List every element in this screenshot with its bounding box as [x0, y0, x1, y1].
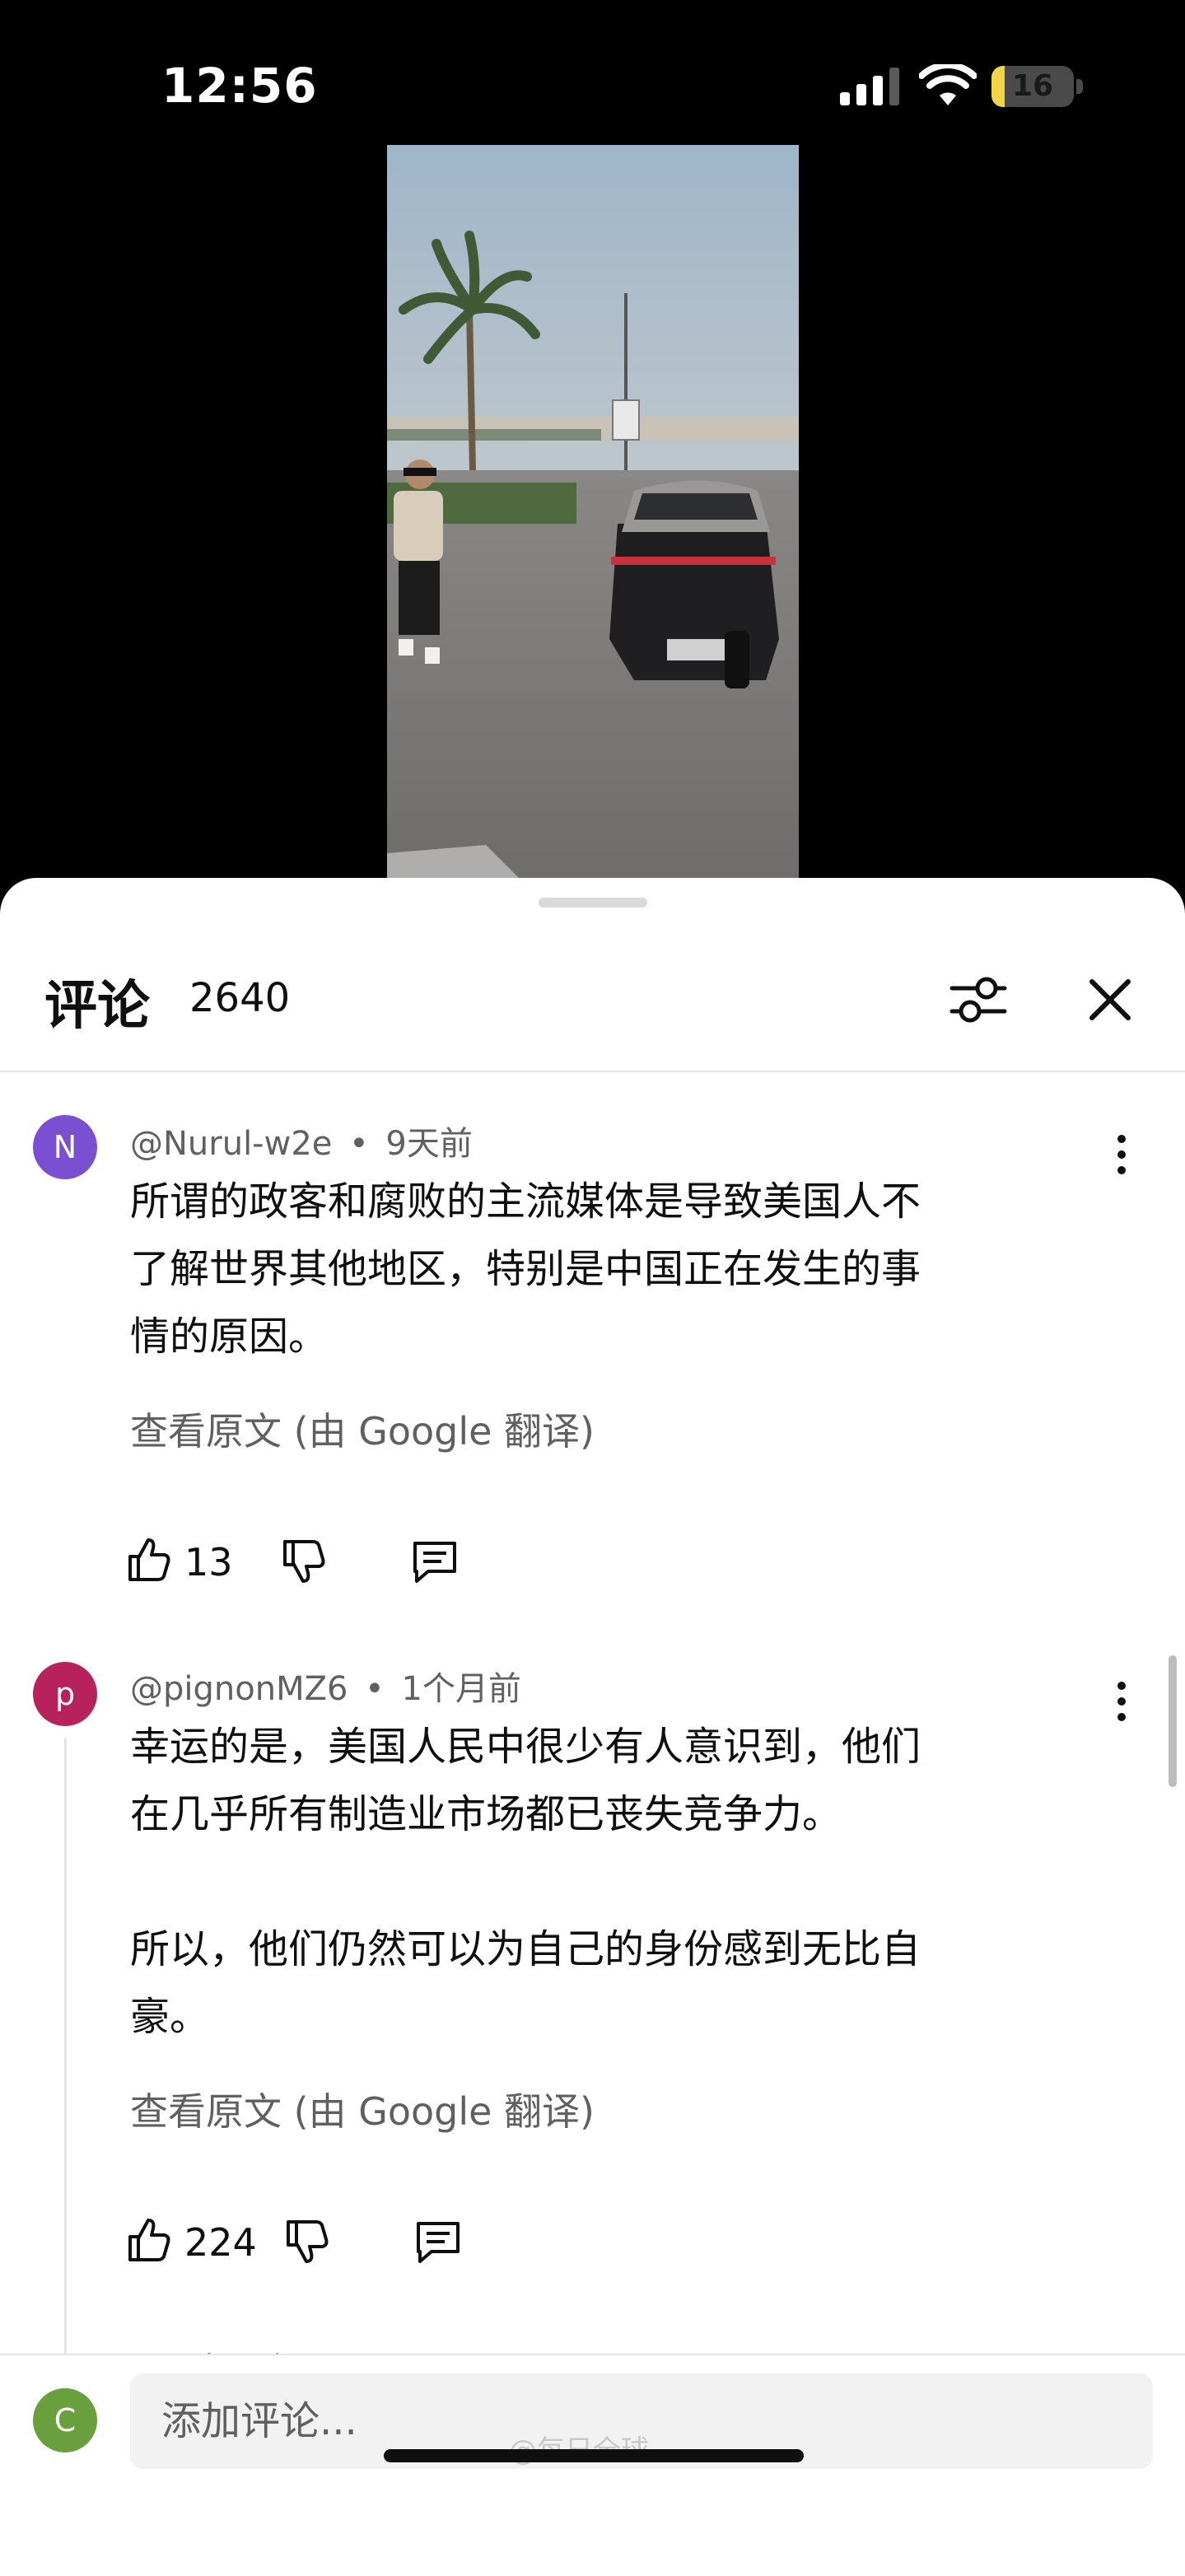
see-original-link[interactable]: 查看原文 (由 Google 翻译) — [130, 2082, 595, 2136]
avatar[interactable]: N — [33, 1115, 97, 1179]
video-player[interactable] — [387, 145, 799, 878]
comment-line — [130, 1848, 1118, 1916]
status-time: 12:56 — [161, 58, 318, 114]
user-avatar: C — [33, 2388, 97, 2452]
comment-line: 所谓的政客和腐败的主流媒体是导致美国人不 — [130, 1178, 921, 1225]
comment-count: 2640 — [189, 975, 291, 1021]
header-divider — [0, 1071, 1185, 1072]
comment-author[interactable]: @pignonMZ6 — [130, 1670, 348, 1708]
battery-indicator: 16 — [991, 66, 1074, 107]
battery-nub — [1076, 79, 1083, 94]
comment-text: 所谓的政客和腐败的主流媒体是导致美国人不 了解世界其他地区，特别是中国正在发生的… — [130, 1168, 1118, 1370]
like-icon[interactable] — [124, 1535, 173, 1584]
like-icon[interactable] — [124, 2215, 173, 2265]
comment-line: 幸运的是，美国人民中很少有人意识到，他们 — [130, 1724, 921, 1770]
dislike-icon[interactable] — [278, 1537, 328, 1586]
comment-line: 了解世界其他地区，特别是中国正在发生的事 — [130, 1246, 921, 1292]
comment-time: 9天前 — [385, 1125, 473, 1163]
comments-title: 评论 — [44, 976, 150, 1037]
scrollbar[interactable] — [1169, 1655, 1177, 1787]
battery-level: 16 — [1011, 69, 1054, 103]
comment-line: 情的原因。 — [130, 1314, 329, 1360]
signal-icon — [840, 68, 899, 105]
video-frame — [387, 145, 799, 878]
thread-line — [64, 1738, 102, 2411]
reply-icon[interactable] — [413, 2217, 463, 2266]
home-indicator[interactable] — [384, 2449, 804, 2462]
wifi-icon — [919, 64, 977, 105]
reply-icon[interactable] — [410, 1537, 460, 1586]
filter-icon[interactable] — [947, 968, 1010, 1031]
comment-time: 1个月前 — [401, 1670, 521, 1708]
comment-author[interactable]: @Nurul-w2e — [130, 1125, 332, 1163]
see-original-link[interactable]: 查看原文 (由 Google 翻译) — [130, 1402, 595, 1456]
avatar[interactable]: p — [33, 1662, 97, 1726]
dislike-icon[interactable] — [282, 2217, 331, 2266]
meta-separator: • — [365, 1670, 385, 1708]
comments-sheet: 评论 2640 N @Nurul-w2e • 9天前 所谓的政客和腐败的主流媒体… — [0, 878, 1185, 2576]
comment-line: 在几乎所有制造业市场都已丧失竞争力。 — [130, 1791, 842, 1837]
comment-meta: @pignonMZ6 • 1个月前 — [130, 1662, 521, 1710]
drag-handle[interactable] — [539, 898, 647, 908]
comment-line: 豪。 — [130, 1994, 210, 2040]
like-count: 224 — [184, 2220, 257, 2265]
comment-meta: @Nurul-w2e • 9天前 — [130, 1117, 473, 1164]
comment-text: 幸运的是，美国人民中很少有人意识到，他们 在几乎所有制造业市场都已丧失竞争力。 … — [130, 1713, 1118, 2051]
close-icon[interactable] — [1082, 972, 1138, 1028]
meta-separator: • — [349, 1125, 369, 1163]
like-count: 13 — [184, 1540, 233, 1584]
comment-line: 所以，他们仍然可以为自己的身份感到无比自 — [130, 1926, 921, 1972]
status-bar: 12:56 16 — [0, 0, 1185, 145]
